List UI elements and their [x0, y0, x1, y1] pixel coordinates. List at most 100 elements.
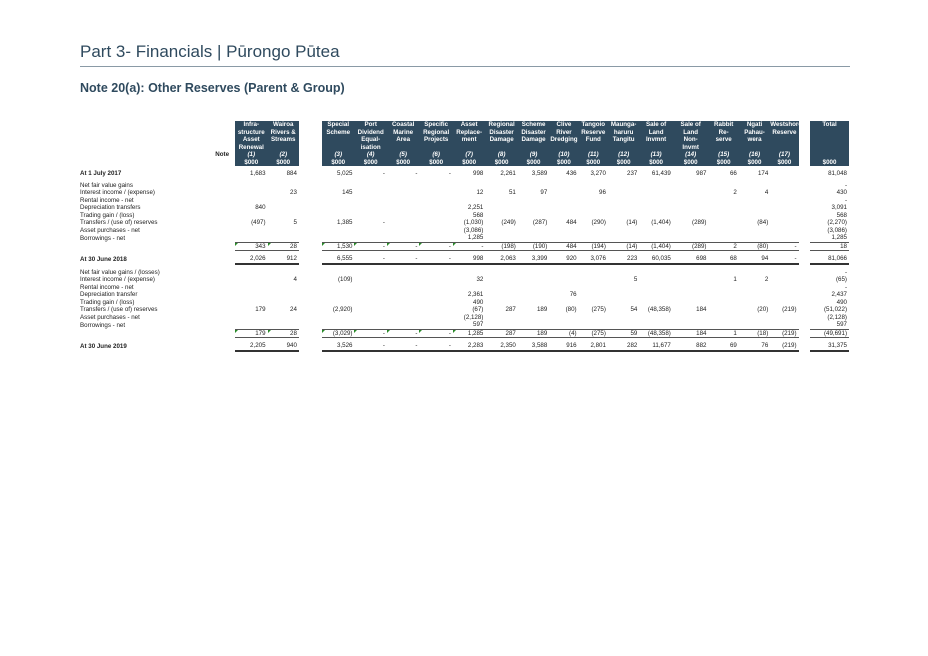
table-cell [739, 269, 770, 277]
table-row: Net fair value gains / (losses) - [80, 269, 849, 277]
table-cell [354, 197, 386, 205]
table-cell [518, 321, 549, 329]
table-cell: 4 [764, 189, 769, 196]
table-cell [485, 204, 517, 212]
table-cell [322, 197, 354, 205]
header-gap [798, 158, 811, 166]
table-cell [387, 276, 419, 284]
table-cell [387, 284, 419, 292]
table-cell: 2,026 [235, 255, 268, 265]
table-cell: 189 [536, 306, 548, 313]
table-cell: (198) [485, 241, 518, 251]
column-header [738, 143, 771, 151]
table-cell [354, 291, 386, 299]
column-header: Disaster [517, 128, 550, 136]
row-label: Borrowings - net [80, 321, 126, 329]
column-header: Replace- [452, 128, 486, 136]
table-cell: - [419, 241, 453, 251]
table-cell: - [382, 170, 385, 177]
table-cell [739, 197, 770, 205]
table-cell: (20) [757, 306, 769, 313]
row-label: At 1 July 2017 [80, 170, 122, 177]
row-label: Interest income / (expense) [80, 276, 155, 283]
table-cell [708, 204, 738, 212]
column-header [810, 143, 849, 151]
column-header: (3) [321, 151, 355, 159]
table-cell [579, 227, 608, 235]
table-row: Interest income / (expense) 23 145 12 51 97 96… [80, 189, 849, 197]
row-label: At 30 June 2019 [80, 343, 127, 350]
table-cell: 3,399 [517, 255, 550, 265]
table-cell [639, 284, 673, 292]
table-cell: 31,375 [810, 342, 849, 352]
gap-cell [299, 204, 322, 212]
table-cell: - [354, 241, 387, 251]
table-cell [235, 284, 267, 292]
table-cell [770, 227, 798, 235]
table-cell: 6,555 [321, 255, 355, 265]
table-cell [354, 212, 386, 220]
row-label: Asset purchases - net [80, 313, 140, 321]
header-row: $000 $000 $000 $000 $000 $000 $000 $000 $000 $000… [80, 158, 849, 166]
column-header: Streams [267, 136, 299, 144]
table-cell [770, 234, 798, 242]
table-cell: (109) [338, 276, 353, 283]
table-cell [268, 314, 299, 322]
gap-cell [299, 314, 322, 322]
table-cell [354, 314, 386, 322]
column-header: Pahau- [738, 128, 771, 136]
gap-cell [799, 306, 811, 314]
table-cell [639, 212, 673, 220]
column-header: Special [321, 121, 355, 129]
subtotal-row: 179 28 (3,029) - - -1,285 287 189 (4) (275) 59 (48,… [80, 328, 849, 338]
table-cell: 490 [473, 298, 484, 306]
table-cell: 3,589 [531, 170, 548, 177]
table-cell [419, 321, 453, 329]
table-cell [639, 314, 673, 322]
column-header: serve [708, 136, 739, 144]
table-cell [268, 321, 299, 329]
column-header [419, 143, 453, 151]
header-row: structure Rivers & Scheme Dividend Marine Reg… [80, 128, 849, 136]
page-title: Part 3- Financials | Pūrongo Pūtea [80, 42, 340, 61]
table-cell [708, 234, 738, 242]
subtotal-row: 343 28 1,530- - - - (198) (190) 484 (194) (14) (1,4… [80, 241, 849, 251]
gap-cell [799, 242, 811, 251]
gap-cell [299, 242, 322, 251]
total-row: At 30 June 2019 2,205 940 3,526- - -2,283 2,35… [80, 342, 849, 352]
table-cell: 430 [836, 189, 847, 196]
table-cell: 3,270 [590, 170, 606, 177]
column-header: Ngati [738, 121, 771, 129]
table-cell [579, 321, 608, 329]
column-header: Port [354, 121, 387, 129]
table-cell: - [354, 328, 387, 338]
column-header: Non- [672, 136, 709, 144]
table-cell: 179 [255, 306, 266, 313]
table-cell: (275) [578, 328, 608, 338]
table-cell: - [448, 170, 451, 177]
table-cell [354, 182, 386, 190]
header-gap [798, 151, 811, 159]
table-row: Asset purchases - net (3,086) (3,086) [80, 227, 849, 235]
gap-cell [299, 234, 322, 242]
table-cell [770, 170, 798, 178]
table-cell [708, 269, 738, 277]
gap-cell [799, 170, 811, 178]
header-gap [298, 158, 322, 166]
column-header: (9) [517, 151, 550, 159]
table-cell: 60,035 [639, 255, 673, 265]
table-cell: (1,030) [463, 219, 484, 226]
column-header [607, 143, 640, 151]
table-cell: (219) [770, 328, 799, 338]
gap-cell [299, 255, 322, 264]
column-header: Maunga- [607, 121, 640, 129]
table-cell [608, 212, 639, 220]
table-cell: (1,404) [651, 219, 671, 226]
table-cell: - [386, 241, 420, 251]
table-cell: 998 [452, 255, 486, 265]
table-cell: 1,530 [321, 241, 355, 251]
table-cell [419, 212, 453, 220]
table-cell: 287 [505, 306, 516, 313]
column-header: Regional [419, 128, 453, 136]
column-header [770, 143, 799, 151]
